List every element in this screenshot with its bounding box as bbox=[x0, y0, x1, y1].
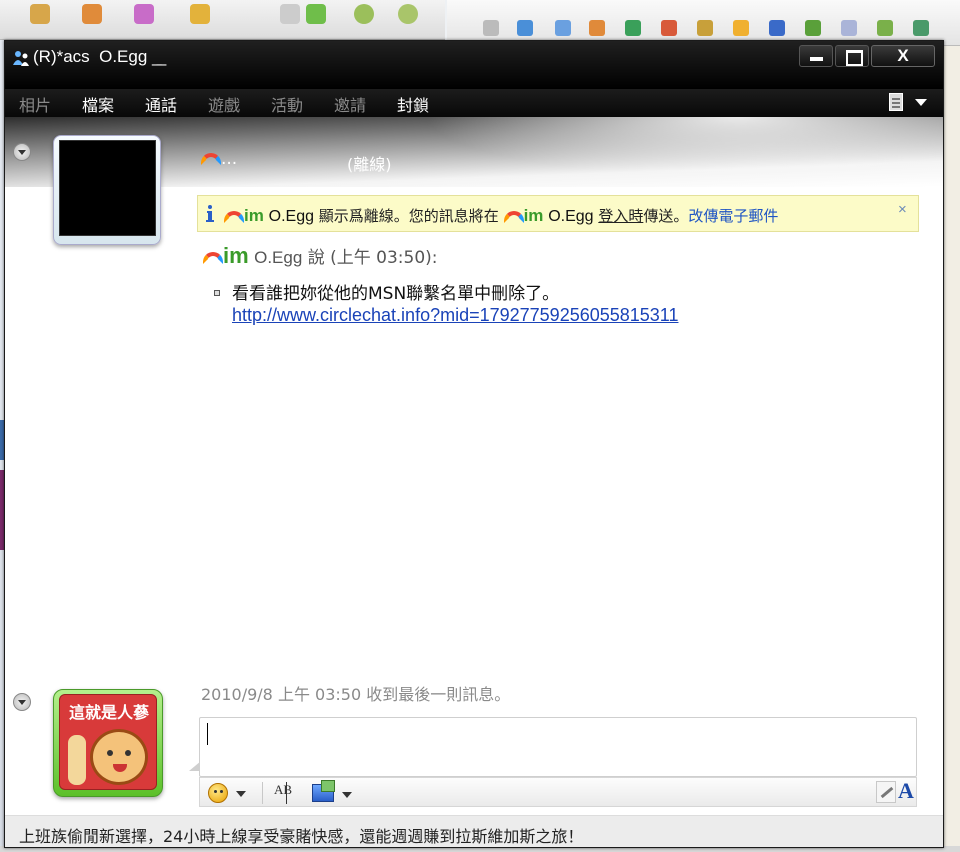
toolbar-icon bbox=[805, 20, 821, 36]
collapse-my-picture-button[interactable] bbox=[13, 693, 31, 711]
msn-buddy-icon bbox=[13, 51, 29, 66]
voice-clip-label: AB bbox=[274, 782, 293, 797]
toolbar-icon bbox=[280, 4, 300, 24]
toolbar-icon bbox=[555, 20, 571, 36]
menu-games[interactable]: 遊戲 bbox=[208, 92, 240, 116]
menu-files[interactable]: 檔案 bbox=[82, 92, 114, 116]
toolbar-icon bbox=[769, 20, 785, 36]
im-logo-icon: im bbox=[244, 206, 264, 225]
message-header: im O.Egg 說 (上午 03:50): bbox=[203, 243, 438, 269]
send-email-link[interactable]: 改傳電子郵件 bbox=[688, 207, 778, 225]
contact-status: (離線) bbox=[347, 155, 392, 174]
rainbow-emoticon-icon bbox=[201, 153, 221, 165]
voice-clip-button[interactable]: AB bbox=[274, 782, 304, 804]
rainbow-emoticon-icon bbox=[224, 210, 244, 223]
options-icon bbox=[889, 93, 903, 111]
toolbar-icon bbox=[913, 20, 929, 36]
my-picture-frame[interactable]: 這就是人蔘 bbox=[53, 689, 163, 797]
ginseng-icon bbox=[68, 735, 86, 785]
rainbow-emoticon-icon bbox=[203, 252, 223, 264]
menu-invite[interactable]: 邀請 bbox=[334, 92, 366, 116]
handwriting-button[interactable] bbox=[876, 781, 896, 803]
toolbar-icon bbox=[661, 20, 677, 36]
toolbar-icon bbox=[733, 20, 749, 36]
menu-bar: 相片 檔案 通話 遊戲 活動 邀請 封鎖 bbox=[5, 89, 943, 117]
offline-notice-bar: im O.Egg 顯示爲離線。您的訊息將在 im O.Egg 登入時傳送。改傳電… bbox=[197, 195, 919, 232]
toolbar-icon bbox=[877, 20, 893, 36]
close-icon: X bbox=[897, 46, 909, 65]
toolbar-icon bbox=[354, 4, 374, 24]
message-text: 看看誰把妳從他的MSN聯繫名單中刪除了。 bbox=[232, 284, 560, 304]
contact-picture-frame[interactable] bbox=[53, 135, 161, 245]
toolbar-icon bbox=[30, 4, 50, 24]
toolbar-icon bbox=[625, 20, 641, 36]
message-bullet bbox=[214, 290, 220, 296]
lion-face-icon bbox=[90, 729, 148, 785]
my-display-picture: 這就是人蔘 bbox=[59, 694, 157, 790]
title-bar[interactable]: (R)*acs O.Egg ̲ ̲ X bbox=[5, 41, 943, 89]
contact-name: ... bbox=[201, 149, 237, 169]
chevron-down-icon bbox=[342, 792, 352, 798]
ad-banner[interactable]: 上班族偷閒新選擇，24小時上線享受豪賭快感，還能週週賺到拉斯維加斯之旅！ bbox=[5, 815, 943, 847]
toolbar-divider bbox=[262, 782, 263, 804]
toolbar-icon bbox=[517, 20, 533, 36]
chevron-down-icon bbox=[915, 99, 927, 106]
contact-picture bbox=[59, 140, 156, 236]
menu-call[interactable]: 通話 bbox=[145, 92, 177, 116]
window-title: (R)*acs O.Egg ̲ ̲ bbox=[33, 47, 162, 66]
toolbar-icon bbox=[306, 4, 326, 24]
maximize-button[interactable] bbox=[835, 45, 869, 67]
toolbar-icon bbox=[398, 4, 418, 24]
options-menu-button[interactable] bbox=[883, 91, 931, 115]
menu-photos[interactable]: 相片 bbox=[19, 92, 51, 116]
rainbow-emoticon-icon bbox=[503, 210, 524, 223]
minimize-button[interactable] bbox=[799, 45, 833, 67]
input-toolbar: AB A bbox=[199, 777, 917, 807]
message-sender: O.Egg bbox=[254, 248, 303, 267]
message-timestamp: 說 (上午 03:50): bbox=[307, 248, 438, 268]
message-link[interactable]: http://www.circlechat.info?mid=179277592… bbox=[232, 305, 678, 326]
offline-notice-text: im O.Egg 顯示爲離線。您的訊息將在 im O.Egg 登入時傳送。改傳電… bbox=[224, 205, 778, 226]
im-logo-icon: im bbox=[523, 206, 544, 225]
toolbar-icon bbox=[134, 4, 154, 24]
menu-block[interactable]: 封鎖 bbox=[397, 92, 429, 116]
voice-clip-icon bbox=[286, 782, 287, 804]
smiley-icon bbox=[208, 783, 228, 803]
collapse-contact-picture-button[interactable] bbox=[13, 143, 31, 161]
toolbar-icon bbox=[697, 20, 713, 36]
toolbar-icon bbox=[589, 20, 605, 36]
wink-icon bbox=[312, 780, 335, 802]
emoticon-button[interactable] bbox=[206, 781, 248, 805]
chevron-down-icon bbox=[236, 791, 246, 797]
font-button[interactable]: A bbox=[898, 778, 914, 804]
toolbar-icon bbox=[190, 4, 210, 24]
ad-text[interactable]: 上班族偷閒新選擇，24小時上線享受豪賭快感，還能週週賺到拉斯維加斯之旅！ bbox=[19, 823, 583, 847]
conversation-window: (R)*acs O.Egg ̲ ̲ X 相片 檔案 通話 遊戲 活動 邀請 封鎖… bbox=[4, 40, 944, 848]
toolbar-icon bbox=[483, 20, 499, 36]
im-logo-icon: im bbox=[223, 243, 249, 268]
background-page-edge bbox=[942, 46, 960, 852]
background-browser-toolbar bbox=[0, 0, 445, 40]
close-notice-button[interactable]: × bbox=[898, 201, 907, 218]
close-button[interactable]: X bbox=[871, 45, 935, 67]
toolbar-icon bbox=[82, 4, 102, 24]
menu-activities[interactable]: 活動 bbox=[271, 92, 303, 116]
info-icon bbox=[206, 205, 214, 222]
wink-button[interactable] bbox=[312, 780, 356, 806]
toolbar-icon bbox=[841, 20, 857, 36]
header-decoration bbox=[425, 117, 943, 177]
message-input[interactable] bbox=[199, 717, 917, 777]
last-message-timestamp: 2010/9/8 上午 03:50 收到最後一則訊息。 bbox=[201, 685, 511, 704]
my-picture-caption: 這就是人蔘 bbox=[68, 703, 149, 722]
